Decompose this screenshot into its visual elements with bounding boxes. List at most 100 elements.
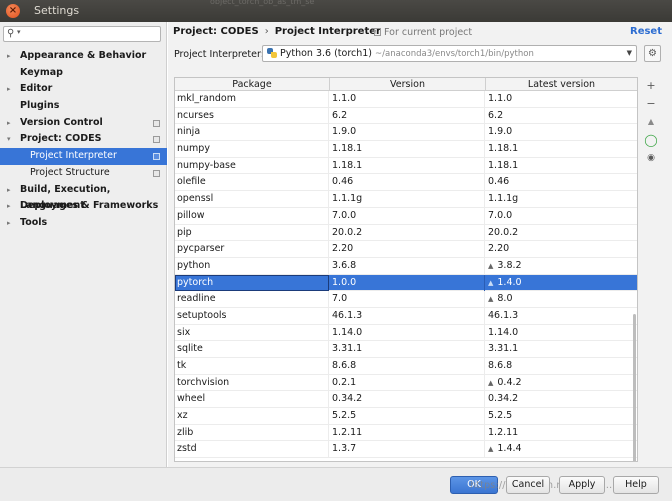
table-row[interactable]: ncurses 6.2 6.2 [175,107,637,125]
add-package-button[interactable]: + [643,78,659,94]
package-name: sqlite [177,343,203,355]
package-latest-version: 1.4.4 [497,443,522,455]
breadcrumb-separator: › [264,26,269,37]
package-latest-cell: 1.2.11 [486,425,636,442]
chevron-down-icon[interactable]: ▾ [17,28,21,36]
apply-button[interactable]: Apply [559,476,605,494]
table-row[interactable]: xz 5.2.5 5.2.5 [175,408,637,425]
table-row[interactable]: mkl_random 1.1.0 1.1.0 [175,91,637,108]
package-latest-cell: 1.14.0 [486,325,636,342]
table-row[interactable]: pip 20.0.2 20.0.2 [175,224,637,242]
cancel-button[interactable]: Cancel [506,476,550,494]
title-bar: object_torch_ob_as_tm_se × Settings [0,0,672,22]
package-latest-version: 8.6.8 [488,360,513,371]
package-latest-cell: 7.0.0 [486,208,636,225]
column-header-package[interactable]: Package [175,78,330,91]
chevron-right-icon[interactable]: ▸ [7,48,11,65]
column-header-version[interactable]: Version [330,78,486,91]
close-icon[interactable]: × [6,4,20,18]
table-row[interactable]: torchvision 0.2.1 ▲ 0.4.2 [175,374,637,392]
chevron-right-icon[interactable]: ▸ [7,198,11,215]
package-version: 3.31.1 [332,343,363,355]
copy-icon [374,28,381,36]
package-name-cell: xz [175,408,329,425]
table-row[interactable]: zlib 1.2.11 1.2.11 [175,424,637,442]
table-row[interactable]: numpy 1.18.1 1.18.1 [175,141,637,158]
package-latest-cell: ▲ 0.4.2 [486,375,636,392]
chevron-right-icon[interactable]: ▸ [7,182,11,199]
sidebar-item-languages-frameworks[interactable]: ▸ Languages & Frameworks [0,198,167,215]
table-row[interactable]: numpy-base 1.18.1 1.18.1 [175,157,637,175]
sidebar-item-editor[interactable]: ▸ Editor [0,81,167,98]
upgrade-available-icon: ▲ [488,378,494,387]
sidebar-item-appearance-behavior[interactable]: ▸ Appearance & Behavior [0,48,167,65]
sidebar-item-label: Tools [20,216,48,228]
package-name: olefile [177,176,206,188]
package-version: 1.14.0 [332,326,363,338]
chevron-right-icon[interactable]: ▸ [7,215,11,232]
upgrade-available-icon: ▲ [488,445,494,454]
table-row[interactable]: pycparser 2.20 2.20 [175,241,637,258]
table-row[interactable]: python 3.6.8 ▲ 3.8.2 [175,257,637,275]
sidebar-item-build-execution-deployment[interactable]: ▸ Build, Execution, Deployment [0,182,167,212]
package-version-cell: 1.18.1 [330,157,485,175]
package-latest-cell: 1.1.1g [486,191,636,208]
table-row[interactable]: tk 8.6.8 8.6.8 [175,358,637,375]
table-row[interactable]: ninja 1.9.0 1.9.0 [175,124,637,142]
package-name-cell: zlib [175,424,329,442]
package-toolbar: + − ▲ ◯ ◉ [643,78,661,168]
upgrade-package-button[interactable]: ▲ [643,114,659,130]
table-row[interactable]: zstd 1.3.7 ▲ 1.4.4 [175,441,637,459]
eye-icon[interactable]: ◉ [643,150,659,166]
table-row[interactable]: wheel 0.34.2 0.34.2 [175,391,637,409]
reset-link[interactable]: Reset [630,26,662,37]
package-name-cell: torchvision [175,374,329,392]
table-row[interactable]: pillow 7.0.0 7.0.0 [175,207,637,225]
package-version: 0.34.2 [332,393,363,405]
package-version: 1.1.1g [332,193,363,205]
sidebar-item-project-interpreter[interactable]: Project Interpreter [0,148,167,165]
package-latest-version: 0.46 [488,176,510,188]
table-row[interactable]: sqlite 3.31.1 3.31.1 [175,341,637,358]
table-row[interactable]: olefile 0.46 0.46 [175,174,637,192]
table-row[interactable]: setuptools 46.1.3 46.1.3 [175,307,637,325]
package-latest-cell: 8.6.8 [486,358,636,375]
table-row[interactable]: pytorch 1.0.0 ▲ 1.4.0 [175,274,637,292]
chevron-down-icon[interactable]: ▾ [7,131,11,148]
chevron-down-icon[interactable]: ▼ [627,46,632,61]
sidebar-item-keymap[interactable]: Keymap [0,65,167,82]
package-name: python [177,259,211,271]
package-version-cell: 0.2.1 [330,374,485,392]
table-row[interactable]: readline 7.0 ▲ 8.0 [175,291,637,308]
chevron-right-icon[interactable]: ▸ [7,115,11,132]
package-name: setuptools [177,309,227,321]
chevron-right-icon[interactable]: ▸ [7,81,11,98]
sidebar-item-plugins[interactable]: Plugins [0,98,167,115]
breadcrumb-project: Project: CODES [173,26,259,37]
package-latest-cell: 1.18.1 [486,158,636,175]
remove-package-button[interactable]: − [643,96,659,112]
package-version-cell: 1.9.0 [330,124,485,142]
main-panel: Project: CODES › Project Interpreter For c… [168,22,672,467]
sidebar-item-project-structure[interactable]: Project Structure [0,165,167,182]
sidebar-item-version-control[interactable]: ▸ Version Control [0,115,167,132]
scrollbar-thumb[interactable] [633,314,636,461]
package-version: 6.2 [332,109,348,121]
package-name-cell: readline [175,291,329,308]
package-version-cell: 1.14.0 [330,324,485,342]
package-version-cell: 5.2.5 [330,408,485,425]
table-row[interactable]: openssl 1.1.1g 1.1.1g [175,191,637,208]
package-version-cell: 3.31.1 [330,341,485,358]
column-header-latest-version[interactable]: Latest version [486,78,637,91]
sidebar-item-project-codes[interactable]: ▾ Project: CODES [0,131,167,148]
copy-icon [153,169,160,177]
help-button[interactable]: Help [613,476,659,494]
package-name: mkl_random [177,93,236,104]
package-latest-version: 5.2.5 [488,410,513,422]
gear-icon[interactable]: ⚙ [644,45,661,62]
table-row[interactable]: six 1.14.0 1.14.0 [175,324,637,342]
package-name-cell: olefile [175,174,329,192]
interpreter-select[interactable]: Python 3.6 (torch1) ~/anaconda3/envs/tor… [262,45,637,62]
settings-search-input[interactable]: ⚲ ▾ [3,26,161,42]
sidebar-item-tools[interactable]: ▸ Tools [0,215,167,232]
